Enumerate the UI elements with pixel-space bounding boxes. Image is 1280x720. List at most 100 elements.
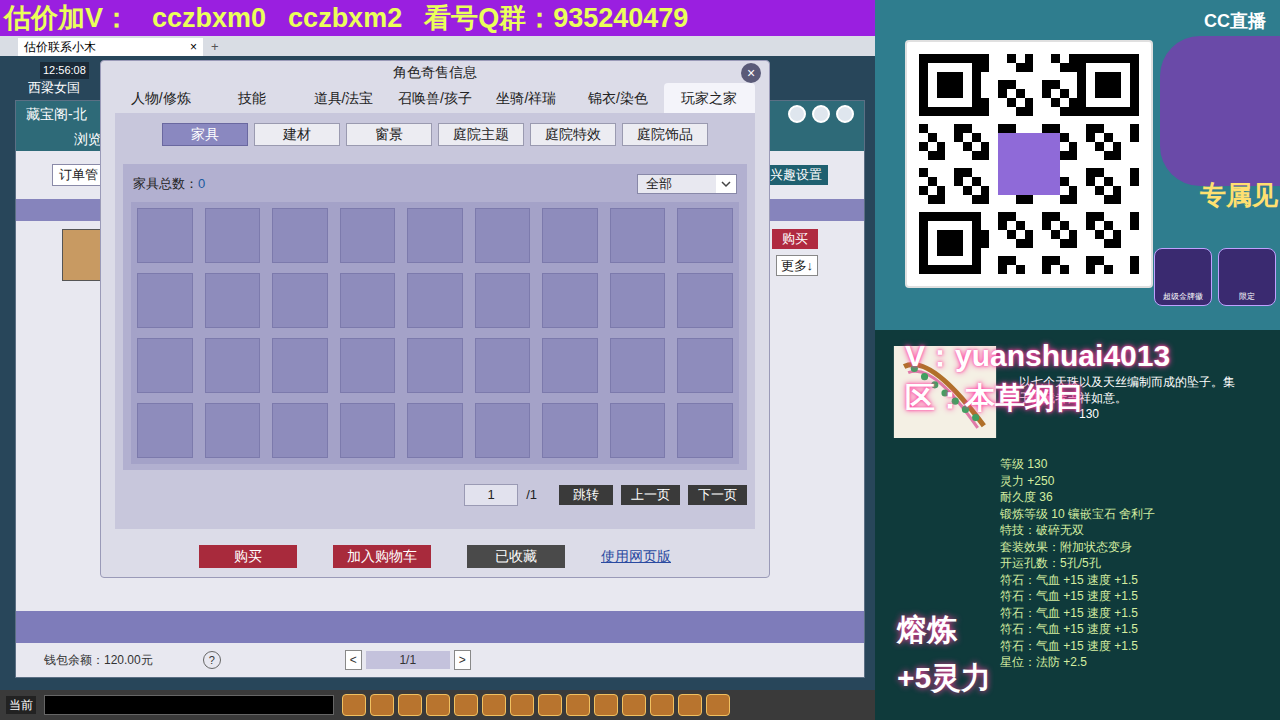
furniture-slot[interactable]	[677, 208, 733, 263]
furniture-slot[interactable]	[137, 403, 193, 458]
furniture-slot[interactable]	[610, 403, 666, 458]
furniture-slot[interactable]	[205, 208, 261, 263]
furniture-slot[interactable]	[205, 338, 261, 393]
toolbar-icon[interactable]	[678, 694, 702, 716]
qr-code-icon	[919, 54, 1139, 274]
furniture-slot[interactable]	[475, 273, 531, 328]
next-page-button[interactable]: >	[454, 650, 471, 670]
toolbar-icon[interactable]	[622, 694, 646, 716]
furniture-slot[interactable]	[137, 273, 193, 328]
furniture-slot[interactable]	[272, 208, 328, 263]
furniture-slot[interactable]	[340, 208, 396, 263]
dialog-tab[interactable]: 人物/修炼	[115, 83, 206, 113]
dialog-tab[interactable]: 道具/法宝	[298, 83, 389, 113]
interest-button[interactable]: 兴趣设置	[764, 165, 828, 185]
toolbar-icon[interactable]	[706, 694, 730, 716]
furniture-slot[interactable]	[340, 273, 396, 328]
banner-text: 估价加V：	[4, 5, 130, 32]
help-button[interactable]: ?	[203, 651, 221, 669]
filter-select[interactable]: 全部	[637, 174, 737, 194]
dialog-close-button[interactable]: ×	[741, 63, 761, 83]
furniture-slot[interactable]	[340, 403, 396, 458]
browse-tab[interactable]: 浏览	[74, 129, 102, 150]
subtab[interactable]: 家具	[162, 123, 248, 146]
toolbar-icon[interactable]	[482, 694, 506, 716]
furniture-slot[interactable]	[137, 338, 193, 393]
toolbar-icon[interactable]	[538, 694, 562, 716]
furniture-slot[interactable]	[407, 338, 463, 393]
slot-grid	[131, 202, 739, 464]
window-control-icon[interactable]	[812, 105, 830, 123]
refine-bonus-overlay: +5灵力	[897, 660, 991, 696]
toolbar-icon[interactable]	[594, 694, 618, 716]
dialog-tab[interactable]: 技能	[206, 83, 297, 113]
promo-panel: CC直播专属见超级金牌徽限定	[875, 0, 1280, 330]
furniture-slot[interactable]	[610, 208, 666, 263]
buy-button[interactable]: 购买	[772, 229, 818, 249]
toolbar-icon[interactable]	[650, 694, 674, 716]
furniture-slot[interactable]	[272, 338, 328, 393]
furniture-slot[interactable]	[272, 403, 328, 458]
dialog-tab[interactable]: 召唤兽/孩子	[389, 83, 480, 113]
dialog-tab[interactable]: 坐骑/祥瑞	[481, 83, 572, 113]
page-input[interactable]: 1	[464, 484, 518, 506]
close-tab-button[interactable]: ×	[190, 38, 197, 56]
toolbar-icon[interactable]	[342, 694, 366, 716]
furniture-slot[interactable]	[542, 273, 598, 328]
furniture-slot[interactable]	[340, 338, 396, 393]
furniture-slot[interactable]	[272, 273, 328, 328]
furniture-slot[interactable]	[610, 273, 666, 328]
toolbar-icon[interactable]	[566, 694, 590, 716]
furniture-slot[interactable]	[475, 208, 531, 263]
furniture-slot[interactable]	[610, 338, 666, 393]
furniture-slot[interactable]	[407, 403, 463, 458]
refine-overlay: 熔炼	[897, 612, 991, 648]
action-button[interactable]: 已收藏	[467, 545, 565, 568]
toolbar-icon[interactable]	[510, 694, 534, 716]
dialog-tab[interactable]: 锦衣/染色	[572, 83, 663, 113]
furniture-slot[interactable]	[542, 403, 598, 458]
action-button[interactable]: 加入购物车	[333, 545, 431, 568]
next-button[interactable]: 下一页	[688, 485, 747, 505]
action-button[interactable]: 使用网页版	[601, 546, 671, 567]
furniture-slot[interactable]	[407, 273, 463, 328]
toolbar-icon[interactable]	[370, 694, 394, 716]
furniture-slot[interactable]	[677, 403, 733, 458]
furniture-slot[interactable]	[475, 403, 531, 458]
status-time: 12:56:08	[40, 62, 89, 79]
subtab[interactable]: 建材	[254, 123, 340, 146]
subtab[interactable]: 窗景	[346, 123, 432, 146]
furniture-slot[interactable]	[407, 208, 463, 263]
furniture-slot[interactable]	[205, 273, 261, 328]
toolbar-icon[interactable]	[398, 694, 422, 716]
action-button[interactable]: 购买	[199, 545, 297, 568]
furniture-slot[interactable]	[205, 403, 261, 458]
window-control-icon[interactable]	[788, 105, 806, 123]
stat-line: 耐久度 36	[1000, 489, 1280, 506]
furniture-slot[interactable]	[677, 273, 733, 328]
subtab[interactable]: 庭院饰品	[622, 123, 708, 146]
furniture-slot[interactable]	[542, 208, 598, 263]
browser-tab[interactable]: 估价联系小木×	[18, 38, 203, 56]
furniture-slot[interactable]	[677, 338, 733, 393]
furniture-slot[interactable]	[137, 208, 193, 263]
prev-button[interactable]: 上一页	[621, 485, 680, 505]
toolbar-icon[interactable]	[426, 694, 450, 716]
prev-page-button[interactable]: <	[345, 650, 362, 670]
status-location: 西梁女国	[28, 78, 80, 98]
game-chat-bar: 当前	[0, 690, 875, 720]
chat-channel[interactable]: 当前	[6, 696, 36, 714]
new-tab-button[interactable]: +	[207, 37, 223, 57]
dialog-tab[interactable]: 玩家之家	[664, 83, 755, 113]
subtab[interactable]: 庭院特效	[530, 123, 616, 146]
furniture-slot[interactable]	[475, 338, 531, 393]
furniture-slot[interactable]	[542, 338, 598, 393]
jump-button[interactable]: 跳转	[559, 485, 613, 505]
window-control-icon[interactable]	[836, 105, 854, 123]
toolbar-icon[interactable]	[454, 694, 478, 716]
pagination: 1/1跳转上一页下一页	[123, 484, 747, 506]
subtab[interactable]: 庭院主题	[438, 123, 524, 146]
more-button[interactable]: 更多↓	[776, 255, 819, 277]
orders-button[interactable]: 订单管	[52, 164, 105, 186]
chat-input[interactable]	[44, 695, 334, 715]
